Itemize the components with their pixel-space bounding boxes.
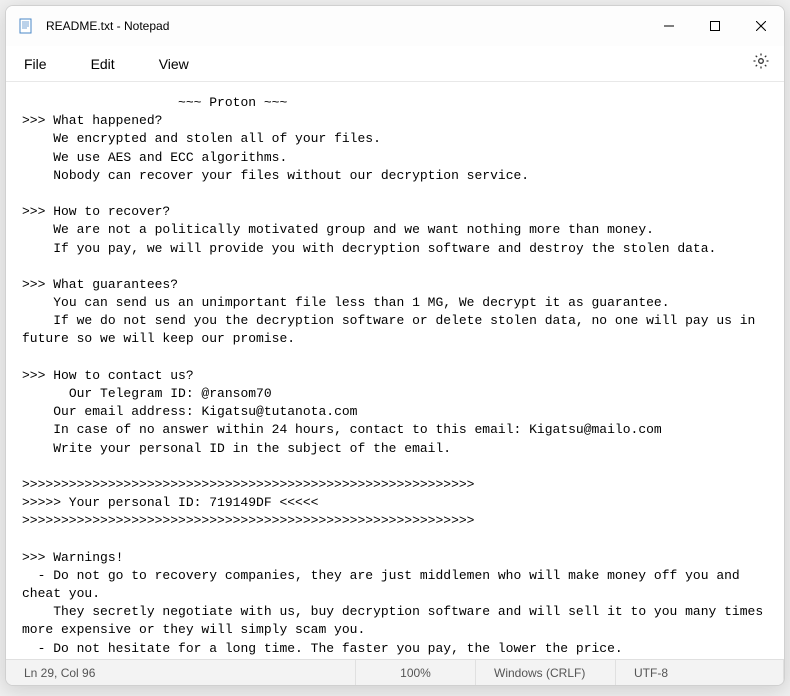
settings-button[interactable] — [748, 48, 774, 79]
notepad-window: README.txt - Notepad File Edit View — [5, 5, 785, 686]
line-ending: Windows (CRLF) — [476, 660, 616, 685]
text-editor[interactable]: ~~~ Proton ~~~ >>> What happened? We enc… — [6, 82, 784, 659]
caret-position: Ln 29, Col 96 — [6, 660, 356, 685]
menu-edit[interactable]: Edit — [83, 52, 123, 76]
encoding: UTF-8 — [616, 660, 784, 685]
statusbar: Ln 29, Col 96 100% Windows (CRLF) UTF-8 — [6, 659, 784, 685]
menu-file[interactable]: File — [16, 52, 55, 76]
document-text: ~~~ Proton ~~~ >>> What happened? We enc… — [22, 95, 771, 659]
zoom-level[interactable]: 100% — [356, 660, 476, 685]
menubar: File Edit View — [6, 46, 784, 82]
menu-view[interactable]: View — [151, 52, 197, 76]
notepad-icon — [18, 18, 34, 34]
window-controls — [646, 6, 784, 46]
window-title: README.txt - Notepad — [46, 19, 646, 33]
maximize-button[interactable] — [692, 6, 738, 46]
titlebar: README.txt - Notepad — [6, 6, 784, 46]
close-button[interactable] — [738, 6, 784, 46]
minimize-button[interactable] — [646, 6, 692, 46]
